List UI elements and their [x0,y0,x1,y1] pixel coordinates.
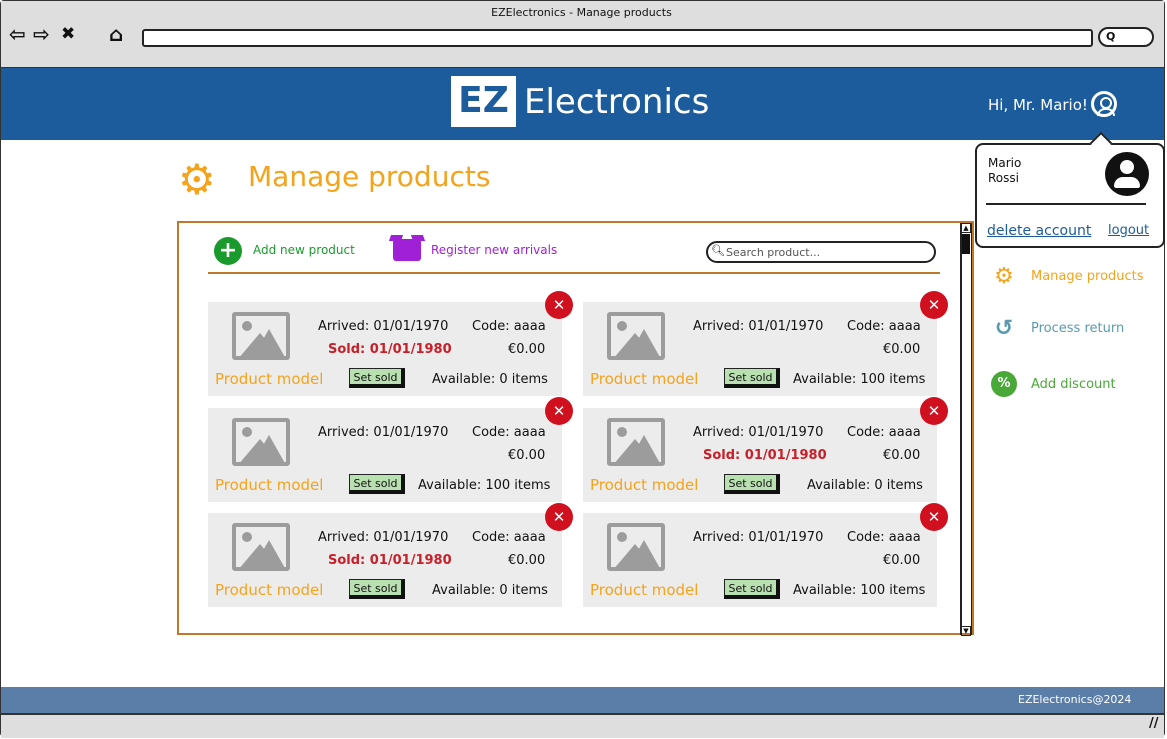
product-card: Arrived: 01/01/1970 Code: aaaa €0.00 Pro… [583,302,937,396]
availability: Available: 0 items [432,583,548,598]
set-sold-button[interactable]: Set sold [349,579,405,599]
scroll-down-icon[interactable]: ▼ [961,626,971,636]
user-last-name: Rossi [988,171,1019,185]
box-icon[interactable] [388,235,426,261]
product-model: Product model [215,370,324,388]
delete-product-icon[interactable]: ✕ [545,503,573,531]
logout-link[interactable]: logout [1108,223,1149,238]
logo-ez: EZ [458,80,509,121]
gear-icon[interactable]: ⚙ [991,264,1017,290]
back-icon[interactable]: ⇦ [9,22,26,46]
dropdown-divider [986,203,1146,205]
delete-account-link[interactable]: delete account [987,223,1091,239]
product-price: €0.00 [508,553,546,568]
close-icon[interactable]: ✖ [61,22,75,46]
products-scrollbar[interactable] [960,223,972,635]
product-model: Product model [215,476,324,494]
scrollbar-thumb[interactable] [962,234,970,254]
status-bar [1,713,1164,738]
product-image-icon [232,418,290,466]
logo-text: Electronics [524,82,710,122]
window-title: EZElectronics - Manage products [491,6,672,19]
side-item-process-return[interactable]: Process return [1031,321,1124,336]
resize-handle-icon[interactable]: // [1149,716,1159,731]
return-arrow-icon[interactable]: ↺ [991,316,1017,342]
set-sold-button[interactable]: Set sold [724,579,780,599]
product-model: Product model [590,581,699,599]
set-sold-button[interactable]: Set sold [349,368,405,388]
arrival-date: Arrived: 01/01/1970 [693,530,824,545]
delete-product-icon[interactable]: ✕ [920,291,948,319]
user-first-name: Mario [988,156,1022,170]
product-code: Code: aaaa [847,425,921,440]
register-arrivals-button[interactable]: Register new arrivals [431,243,557,257]
side-item-manage-products[interactable]: Manage products [1031,269,1144,284]
add-product-icon[interactable]: + [214,237,242,265]
product-code: Code: aaaa [472,425,546,440]
search-icon: Q [1106,30,1116,43]
product-card: Arrived: 01/01/1970 Code: aaaa €0.00 Pro… [583,513,937,607]
arrival-date: Arrived: 01/01/1970 [318,425,449,440]
delete-product-icon[interactable]: ✕ [545,291,573,319]
availability: Available: 0 items [807,478,923,493]
availability: Available: 100 items [793,372,926,387]
search-placeholder: Search product... [726,246,821,259]
product-card: Arrived: 01/01/1970 Code: aaaa Sold: 01/… [208,513,562,607]
product-price: €0.00 [508,342,546,357]
delete-product-icon[interactable]: ✕ [920,397,948,425]
product-code: Code: aaaa [472,530,546,545]
sold-date: Sold: 01/01/1980 [328,342,452,357]
product-model: Product model [215,581,324,599]
arrival-date: Arrived: 01/01/1970 [693,425,824,440]
product-image-icon [607,523,665,571]
set-sold-button[interactable]: Set sold [724,474,780,494]
set-sold-button[interactable]: Set sold [724,368,780,388]
side-item-add-discount[interactable]: Add discount [1031,377,1116,392]
page-title: Manage products [248,160,491,193]
sold-date: Sold: 01/01/1980 [328,553,452,568]
user-greeting: Hi, Mr. Mario! [988,96,1088,114]
address-bar[interactable] [142,29,1093,47]
product-code: Code: aaaa [847,530,921,545]
user-account-icon[interactable] [1091,91,1117,117]
product-card: Arrived: 01/01/1970 Code: aaaa €0.00 Pro… [208,408,562,502]
avatar [1105,152,1149,196]
arrival-date: Arrived: 01/01/1970 [693,319,824,334]
product-price: €0.00 [883,342,921,357]
availability: Available: 100 items [793,583,926,598]
discount-badge-icon[interactable]: % [991,371,1017,397]
product-image-icon [232,523,290,571]
add-product-button[interactable]: Add new product [253,243,355,257]
product-code: Code: aaaa [472,319,546,334]
delete-product-icon[interactable]: ✕ [545,397,573,425]
footer-copyright: EZElectronics@2024 [1018,693,1132,706]
product-card: Arrived: 01/01/1970 Code: aaaa Sold: 01/… [208,302,562,396]
product-image-icon [607,418,665,466]
product-code: Code: aaaa [847,319,921,334]
gear-icon: ⚙ [178,155,216,204]
availability: Available: 100 items [418,478,551,493]
product-price: €0.00 [883,553,921,568]
sold-date: Sold: 01/01/1980 [703,448,827,463]
home-icon[interactable]: ⌂ [109,22,123,46]
browser-menu-button[interactable]: Q [1098,27,1154,47]
availability: Available: 0 items [432,372,548,387]
set-sold-button[interactable]: Set sold [349,474,405,494]
scroll-up-icon[interactable]: ▲ [961,223,971,233]
product-model: Product model [590,370,699,388]
footer [1,687,1164,713]
arrival-date: Arrived: 01/01/1970 [318,530,449,545]
product-image-icon [607,312,665,360]
product-card: Arrived: 01/01/1970 Code: aaaa Sold: 01/… [583,408,937,502]
product-price: €0.00 [883,448,921,463]
product-price: €0.00 [508,448,546,463]
search-icon: 🔍︎ [711,244,725,257]
arrival-date: Arrived: 01/01/1970 [318,319,449,334]
forward-icon[interactable]: ⇨ [33,22,50,46]
delete-product-icon[interactable]: ✕ [920,503,948,531]
product-image-icon [232,312,290,360]
product-model: Product model [590,476,699,494]
user-full-name: Mario Rossi [988,156,1021,186]
toolbar-divider [208,272,940,274]
